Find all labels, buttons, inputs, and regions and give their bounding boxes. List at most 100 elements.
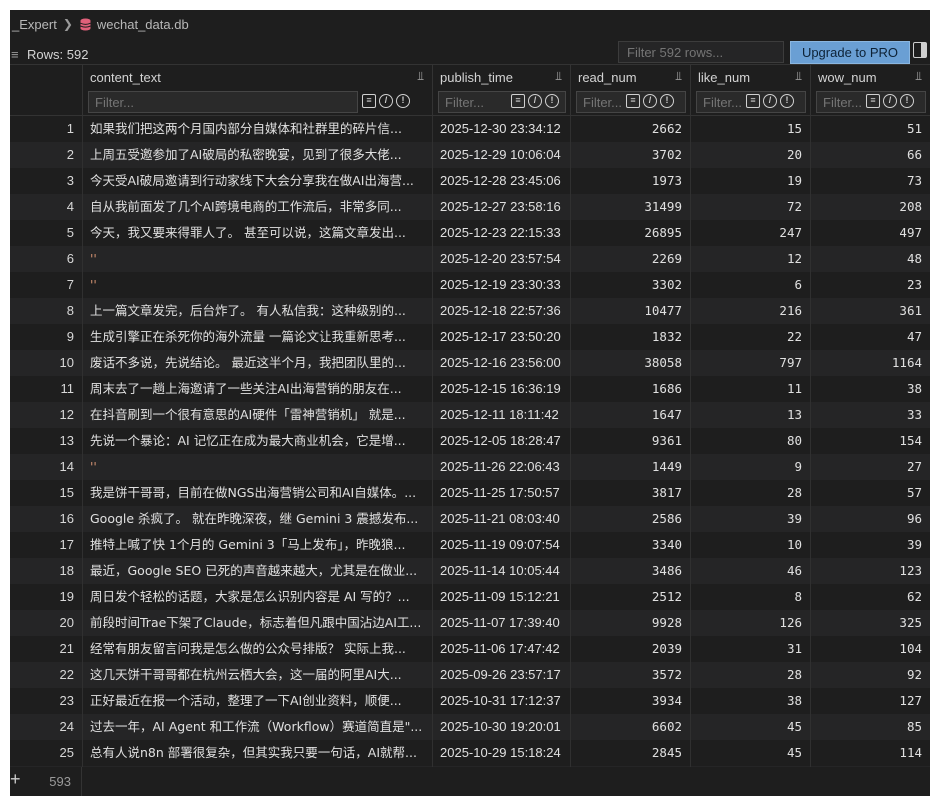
cell-content-text[interactable]: 如果我们把这两个月国内部分自媒体和社群里的碎片信... [84, 116, 430, 142]
cell-content-text[interactable]: 前段时间Trae下架了Claude，标志着但凡跟中国沾边AI工... [84, 610, 430, 636]
cell-like-num[interactable]: 11 [690, 376, 810, 402]
cell-publish-time[interactable]: 2025-12-05 18:28:47 [432, 428, 570, 454]
table-row[interactable]: 12 在抖音刷到一个很有意思的AI硬件「雷神营销机」 就是... 2025-12-1… [10, 402, 930, 428]
cell-publish-time[interactable]: 2025-11-25 17:50:57 [432, 480, 570, 506]
column-header-wow-num[interactable]: wow_num ⫫ ≡ / ! [810, 65, 930, 117]
null-filter-icon[interactable]: / [643, 94, 657, 108]
cell-wow-num[interactable]: 66 [810, 142, 930, 168]
table-row[interactable]: 9 生成引擎正在杀死你的海外流量 一篇论文让我重新思考... 2025-12-17 … [10, 324, 930, 350]
cell-publish-time[interactable]: 2025-11-19 09:07:54 [432, 532, 570, 558]
filter-mode-icon[interactable]: ≡ [866, 94, 880, 108]
cell-publish-time[interactable]: 2025-10-30 19:20:01 [432, 714, 570, 740]
cell-content-text[interactable]: '' [84, 246, 430, 272]
table-row[interactable]: 23 正好最近在报一个活动，整理了一下AI创业资料，顺便... 2025-10-31… [10, 688, 930, 714]
cell-like-num[interactable]: 6 [690, 272, 810, 298]
cell-read-num[interactable]: 3934 [570, 688, 690, 714]
cell-read-num[interactable]: 38058 [570, 350, 690, 376]
filter-mode-icon[interactable]: ≡ [746, 94, 760, 108]
cell-read-num[interactable]: 2269 [570, 246, 690, 272]
table-row[interactable]: 24 过去一年，AI Agent 和工作流（Workflow）赛道简直是"... 2… [10, 714, 930, 740]
table-row[interactable]: 16 Google 杀疯了。 就在昨晚深夜，继 Gemini 3 震撼发布... 2… [10, 506, 930, 532]
cell-content-text[interactable]: 今天受AI破局邀请到行动家线下大会分享我在做AI出海营... [84, 168, 430, 194]
cell-publish-time[interactable]: 2025-12-30 23:34:12 [432, 116, 570, 142]
cell-wow-num[interactable]: 23 [810, 272, 930, 298]
cell-like-num[interactable]: 28 [690, 480, 810, 506]
table-row[interactable]: 13 先说一个暴论：AI 记忆正在成为最大商业机会，它是增... 2025-12-0… [10, 428, 930, 454]
cell-content-text[interactable]: 先说一个暴论：AI 记忆正在成为最大商业机会，它是增... [84, 428, 430, 454]
cell-like-num[interactable]: 216 [690, 298, 810, 324]
cell-wow-num[interactable]: 27 [810, 454, 930, 480]
cell-content-text[interactable]: 我是饼干哥哥，目前在做NGS出海营销公司和AI自媒体。... [84, 480, 430, 506]
cell-wow-num[interactable]: 48 [810, 246, 930, 272]
table-row[interactable]: 21 经常有朋友留言问我是怎么做的公众号排版？ 实际上我... 2025-11-06… [10, 636, 930, 662]
cell-publish-time[interactable]: 2025-11-21 08:03:40 [432, 506, 570, 532]
info-icon[interactable]: ! [660, 94, 674, 108]
table-row[interactable]: 22 这几天饼干哥哥都在杭州云栖大会，这一届的阿里AI大... 2025-09-26… [10, 662, 930, 688]
cell-wow-num[interactable]: 154 [810, 428, 930, 454]
cell-like-num[interactable]: 8 [690, 584, 810, 610]
cell-wow-num[interactable]: 57 [810, 480, 930, 506]
cell-wow-num[interactable]: 123 [810, 558, 930, 584]
cell-content-text[interactable]: 过去一年，AI Agent 和工作流（Workflow）赛道简直是"... [84, 714, 430, 740]
cell-like-num[interactable]: 797 [690, 350, 810, 376]
table-row[interactable]: 7 '' 2025-12-19 23:30:33 3302 6 23 [10, 272, 930, 298]
cell-wow-num[interactable]: 33 [810, 402, 930, 428]
pin-icon[interactable]: ⫫ [675, 69, 682, 84]
cell-publish-time[interactable]: 2025-12-29 10:06:04 [432, 142, 570, 168]
table-row[interactable]: 2 上周五受邀参加了AI破局的私密晚宴，见到了很多大佬... 2025-12-29 … [10, 142, 930, 168]
table-row[interactable]: 15 我是饼干哥哥，目前在做NGS出海营销公司和AI自媒体。... 2025-11-… [10, 480, 930, 506]
cell-publish-time[interactable]: 2025-11-07 17:39:40 [432, 610, 570, 636]
column-filter-input[interactable] [88, 91, 358, 113]
column-header-publish-time[interactable]: publish_time ⫫ ≡ / ! [432, 65, 570, 117]
column-header-read-num[interactable]: read_num ⫫ ≡ / ! [570, 65, 690, 117]
cell-wow-num[interactable]: 104 [810, 636, 930, 662]
cell-read-num[interactable]: 2662 [570, 116, 690, 142]
cell-content-text[interactable]: 废话不多说，先说结论。 最近这半个月，我把团队里的... [84, 350, 430, 376]
cell-wow-num[interactable]: 325 [810, 610, 930, 636]
cell-like-num[interactable]: 45 [690, 740, 810, 766]
cell-like-num[interactable]: 38 [690, 688, 810, 714]
table-row[interactable]: 14 '' 2025-11-26 22:06:43 1449 9 27 [10, 454, 930, 480]
cell-like-num[interactable]: 20 [690, 142, 810, 168]
table-row[interactable]: 3 今天受AI破局邀请到行动家线下大会分享我在做AI出海营... 2025-12-2… [10, 168, 930, 194]
cell-like-num[interactable]: 15 [690, 116, 810, 142]
cell-like-num[interactable]: 247 [690, 220, 810, 246]
cell-publish-time[interactable]: 2025-10-29 15:18:24 [432, 740, 570, 766]
cell-content-text[interactable]: '' [84, 272, 430, 298]
cell-read-num[interactable]: 1832 [570, 324, 690, 350]
cell-wow-num[interactable]: 208 [810, 194, 930, 220]
cell-like-num[interactable]: 45 [690, 714, 810, 740]
cell-wow-num[interactable]: 73 [810, 168, 930, 194]
cell-content-text[interactable]: 在抖音刷到一个很有意思的AI硬件「雷神营销机」 就是... [84, 402, 430, 428]
menu-icon[interactable]: ≡ [11, 48, 21, 61]
cell-publish-time[interactable]: 2025-11-14 10:05:44 [432, 558, 570, 584]
cell-publish-time[interactable]: 2025-12-18 22:57:36 [432, 298, 570, 324]
cell-like-num[interactable]: 80 [690, 428, 810, 454]
upgrade-button[interactable]: Upgrade to PRO [790, 41, 910, 64]
cell-like-num[interactable]: 39 [690, 506, 810, 532]
column-header-content-text[interactable]: content_text ⫫ ≡ / ! [82, 65, 432, 117]
cell-publish-time[interactable]: 2025-11-26 22:06:43 [432, 454, 570, 480]
cell-wow-num[interactable]: 51 [810, 116, 930, 142]
info-icon[interactable]: ! [780, 94, 794, 108]
cell-content-text[interactable]: 这几天饼干哥哥都在杭州云栖大会，这一届的阿里AI大... [84, 662, 430, 688]
filter-mode-icon[interactable]: ≡ [362, 94, 376, 108]
cell-wow-num[interactable]: 38 [810, 376, 930, 402]
cell-read-num[interactable]: 26895 [570, 220, 690, 246]
cell-read-num[interactable]: 1647 [570, 402, 690, 428]
cell-wow-num[interactable]: 114 [810, 740, 930, 766]
table-row[interactable]: 1 如果我们把这两个月国内部分自媒体和社群里的碎片信... 2025-12-30 2… [10, 116, 930, 142]
cell-wow-num[interactable]: 96 [810, 506, 930, 532]
filter-rows-input[interactable] [618, 41, 784, 63]
table-row[interactable]: 18 最近，Google SEO 已死的声音越来越大，尤其是在做业... 2025-… [10, 558, 930, 584]
breadcrumb-file[interactable]: wechat_data.db [97, 17, 189, 32]
cell-publish-time[interactable]: 2025-12-11 18:11:42 [432, 402, 570, 428]
cell-read-num[interactable]: 6602 [570, 714, 690, 740]
cell-wow-num[interactable]: 62 [810, 584, 930, 610]
cell-like-num[interactable]: 13 [690, 402, 810, 428]
cell-read-num[interactable]: 2039 [570, 636, 690, 662]
cell-publish-time[interactable]: 2025-09-26 23:57:17 [432, 662, 570, 688]
filter-mode-icon[interactable]: ≡ [626, 94, 640, 108]
cell-content-text[interactable]: '' [84, 454, 430, 480]
cell-content-text[interactable]: 推特上喊了快 1个月的 Gemini 3「马上发布」，昨晚狼... [84, 532, 430, 558]
